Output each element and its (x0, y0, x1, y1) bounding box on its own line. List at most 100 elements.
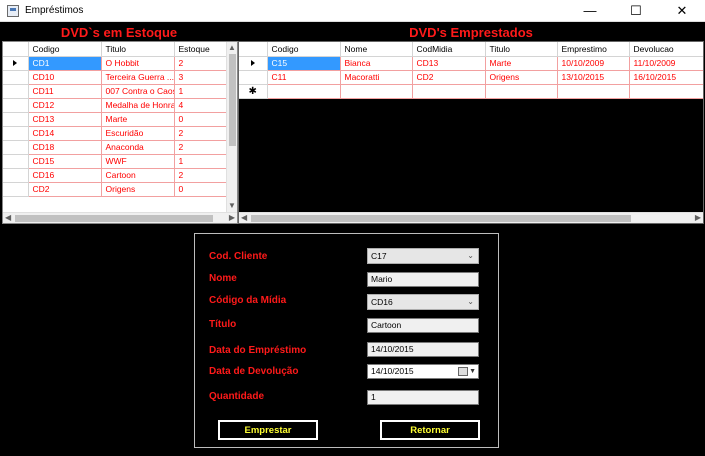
scroll-left-icon[interactable]: ◀ (241, 213, 247, 223)
stock-cell[interactable]: CD11 (28, 84, 102, 99)
stock-cell[interactable]: 0 (174, 112, 228, 127)
loans-cell[interactable]: Bianca (340, 56, 413, 71)
stock-vscroll-thumb[interactable] (229, 54, 236, 146)
loans-column-header[interactable]: CodMidia (412, 42, 486, 57)
stock-cell[interactable]: CD10 (28, 70, 102, 85)
stock-cell[interactable]: 3 (174, 70, 228, 85)
stock-cell[interactable]: O Hobbit (101, 56, 175, 71)
scroll-right-icon[interactable]: ▶ (695, 213, 701, 223)
stock-row[interactable]: CD15 WWF 1 (3, 154, 228, 169)
stock-cell[interactable]: 1 (174, 84, 228, 99)
titulo-input[interactable]: Cartoon (367, 318, 479, 333)
loans-hscroll-thumb[interactable] (251, 215, 631, 222)
data-devolucao-picker[interactable]: 14/10/2015 ▼ (367, 364, 479, 379)
loans-new-row[interactable]: ✱ (239, 84, 703, 99)
stock-cell[interactable]: Escuridão (101, 126, 175, 141)
loans-column-header[interactable]: Titulo (485, 42, 558, 57)
stock-cell[interactable]: CD15 (28, 154, 102, 169)
loans-new-cell[interactable] (340, 84, 413, 99)
loans-cell[interactable]: CD2 (412, 70, 486, 85)
chevron-down-icon[interactable]: ⌄ (467, 295, 474, 309)
stock-cell[interactable]: CD13 (28, 112, 102, 127)
scroll-down-icon[interactable]: ▼ (228, 201, 236, 211)
loans-cell[interactable]: Origens (485, 70, 558, 85)
cod-cliente-combo[interactable]: C17 ⌄ (367, 248, 479, 264)
stock-cell[interactable]: 0 (174, 182, 228, 197)
row-header-cell[interactable] (3, 126, 29, 141)
loans-cell[interactable]: C15 (267, 56, 341, 71)
loans-new-cell[interactable] (267, 84, 341, 99)
stock-cell[interactable]: 4 (174, 98, 228, 113)
stock-cell[interactable]: Anaconda (101, 140, 175, 155)
loans-cell[interactable]: Marte (485, 56, 558, 71)
stock-cell[interactable]: 2 (174, 56, 228, 71)
stock-cell[interactable]: 2 (174, 168, 228, 183)
emprestar-button[interactable]: Emprestar (218, 420, 318, 440)
chevron-down-icon[interactable]: ⌄ (467, 249, 474, 263)
row-header-cell[interactable] (3, 84, 29, 99)
scroll-right-icon[interactable]: ▶ (229, 213, 235, 223)
scroll-left-icon[interactable]: ◀ (5, 213, 11, 223)
stock-hscroll-thumb[interactable] (15, 215, 213, 222)
stock-cell[interactable]: 007 Contra o Caos (101, 84, 175, 99)
loans-new-cell[interactable] (557, 84, 630, 99)
stock-cell[interactable]: Origens (101, 182, 175, 197)
stock-row[interactable]: CD2 Origens 0 (3, 182, 228, 197)
data-emprestimo-input[interactable]: 14/10/2015 (367, 342, 479, 357)
row-header-cell[interactable] (3, 140, 29, 155)
stock-cell[interactable]: CD16 (28, 168, 102, 183)
stock-column-header[interactable]: Estoque (174, 42, 228, 57)
scroll-up-icon[interactable]: ▲ (228, 43, 236, 53)
stock-cell[interactable]: CD1 (28, 56, 102, 71)
quantidade-input[interactable]: 1 (367, 390, 479, 405)
loans-column-header[interactable]: Nome (340, 42, 413, 57)
stock-horizontal-scrollbar[interactable]: ◀ ▶ (3, 212, 237, 223)
stock-cell[interactable]: WWF (101, 154, 175, 169)
loans-cell[interactable]: C11 (267, 70, 341, 85)
row-header-cell[interactable] (3, 168, 29, 183)
loans-cell[interactable]: 11/10/2009 (629, 56, 703, 71)
loans-row[interactable]: C11 Macoratti CD2 Origens 13/10/2015 16/… (239, 70, 703, 85)
stock-cell[interactable]: CD2 (28, 182, 102, 197)
loans-grid[interactable]: Codigo Nome CodMidia Titulo Emprestimo D… (238, 41, 704, 224)
loans-new-cell[interactable] (412, 84, 486, 99)
stock-cell[interactable]: Terceira Guerra ... (101, 70, 175, 85)
loans-column-header[interactable]: Emprestimo (557, 42, 630, 57)
row-pointer-cell[interactable] (239, 56, 268, 71)
close-button[interactable]: ✕ (659, 0, 705, 22)
stock-row[interactable]: CD14 Escuridão 2 (3, 126, 228, 141)
stock-row[interactable]: CD12 Medalha de Honra 4 (3, 98, 228, 113)
stock-row[interactable]: CD13 Marte 0 (3, 112, 228, 127)
row-header-cell[interactable] (3, 182, 29, 197)
stock-cell[interactable]: 2 (174, 140, 228, 155)
stock-cell[interactable]: CD14 (28, 126, 102, 141)
stock-cell[interactable]: CD18 (28, 140, 102, 155)
stock-column-header[interactable]: Titulo (101, 42, 175, 57)
row-header-cell[interactable] (3, 98, 29, 113)
stock-row[interactable]: CD18 Anaconda 2 (3, 140, 228, 155)
stock-cell[interactable]: CD12 (28, 98, 102, 113)
loans-column-header[interactable]: Codigo (267, 42, 341, 57)
row-pointer-cell[interactable] (3, 56, 29, 71)
loans-cell[interactable]: CD13 (412, 56, 486, 71)
stock-row[interactable]: CD11 007 Contra o Caos 1 (3, 84, 228, 99)
loans-new-cell[interactable] (629, 84, 703, 99)
loans-cell[interactable]: 16/10/2015 (629, 70, 703, 85)
loans-new-cell[interactable] (485, 84, 558, 99)
stock-cell[interactable]: Cartoon (101, 168, 175, 183)
row-header-cell[interactable] (3, 154, 29, 169)
stock-grid[interactable]: Codigo Titulo Estoque CD1 O Hobbit 2 CD1… (2, 41, 238, 224)
stock-row[interactable]: CD10 Terceira Guerra ... 3 (3, 70, 228, 85)
stock-row[interactable]: CD16 Cartoon 2 (3, 168, 228, 183)
stock-vertical-scrollbar[interactable]: ▲ ▼ (226, 42, 237, 212)
stock-cell[interactable]: 2 (174, 126, 228, 141)
nome-input[interactable]: Mario (367, 272, 479, 287)
row-header-cell[interactable] (239, 70, 268, 85)
calendar-icon[interactable] (458, 367, 468, 376)
loans-cell[interactable]: 13/10/2015 (557, 70, 630, 85)
stock-cell[interactable]: 1 (174, 154, 228, 169)
retornar-button[interactable]: Retornar (380, 420, 480, 440)
loans-horizontal-scrollbar[interactable]: ◀ ▶ (239, 212, 703, 223)
minimize-button[interactable]: — (567, 0, 613, 22)
maximize-button[interactable]: ☐ (613, 0, 659, 22)
